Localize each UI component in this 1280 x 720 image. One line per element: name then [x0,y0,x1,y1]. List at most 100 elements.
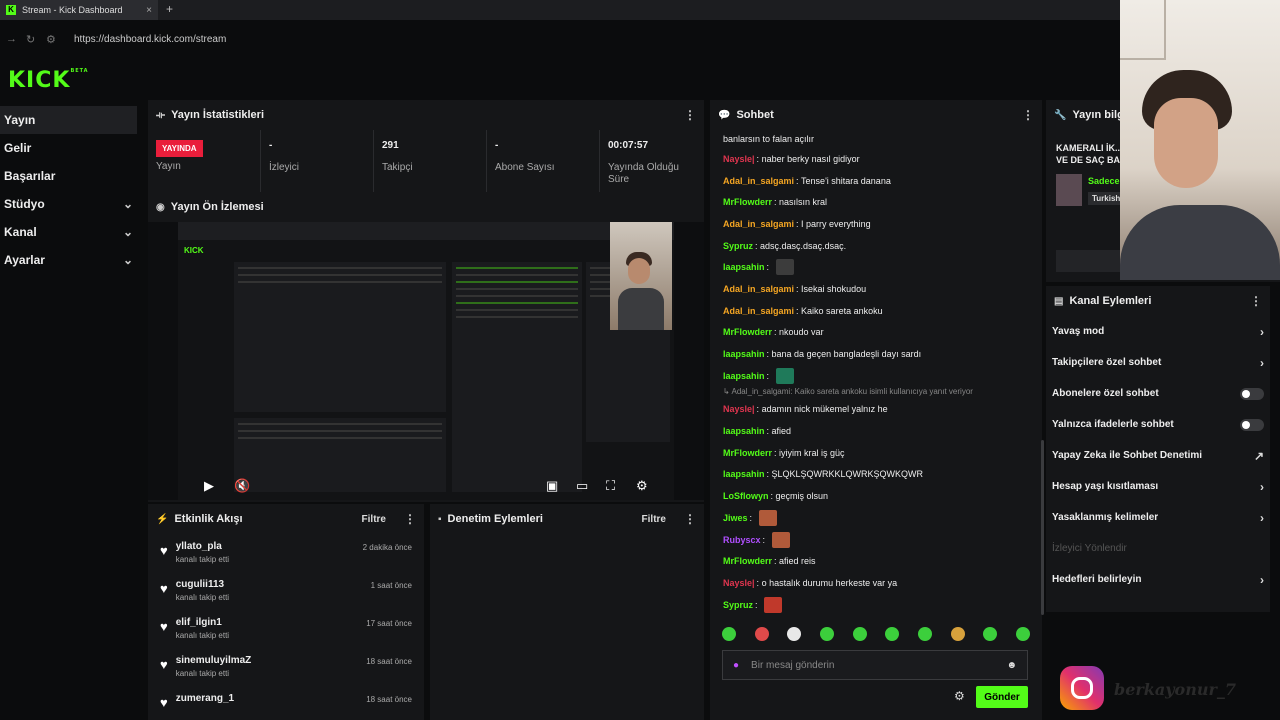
reload-icon[interactable]: ↻ [26,33,40,46]
emote-picker-icon[interactable] [852,627,867,641]
emote-icon [775,367,794,384]
url-field[interactable]: https://dashboard.kick.com/stream [74,34,226,45]
channel-action-item[interactable]: Yapay Zeka ile Sohbet Denetimi ↗ [1046,440,1270,471]
emote-picker-icon[interactable] [885,627,900,641]
chat-username[interactable]: Adal_in_salgami [723,306,794,316]
feed-username[interactable]: yllato_pla [176,541,363,552]
wrench-icon: 🔧 [1054,109,1067,121]
feed-item[interactable]: ♥ zumerang_1 18 saat önce [148,686,424,714]
actions-menu-icon[interactable]: ⋮ [1250,294,1262,308]
chat-input[interactable]: ● Bir mesaj gönderin ☻ [722,650,1028,680]
channel-action-item[interactable]: Yasaklanmış kelimeler › [1046,502,1270,533]
feed-item[interactable]: ♥ sinemuluyilmaZ kanalı takip etti 18 sa… [148,648,424,686]
channel-action-item[interactable]: Hedefleri belirleyin › [1046,564,1270,595]
feed-item[interactable]: ♥ yllato_pla kanalı takip etti 2 dakika … [148,534,424,572]
chat-scrollbar[interactable] [1041,440,1044,615]
chat-username[interactable]: Jiwes [723,513,748,523]
moderation-menu-icon[interactable]: ⋮ [684,512,696,526]
emote-picker-icon[interactable] [917,627,932,641]
play-icon[interactable]: ▶ [204,478,214,494]
sidebar-item-label: Gelir [4,141,32,155]
feed-item[interactable]: ♥ elif_ilgin1 kanalı takip etti 17 saat … [148,610,424,648]
feed-username[interactable]: zumerang_1 [176,693,366,704]
chat-username[interactable]: LoSflowyn [723,491,769,501]
feed-header: ⚡ Etkinlik Akışı Filtre ⋮ [148,504,424,534]
chat-username[interactable]: laapsahin [723,349,765,359]
channel-action-item[interactable]: Hesap yaşı kısıtlaması › [1046,471,1270,502]
chat-username[interactable]: Sypruz [723,241,753,251]
toggle-switch[interactable] [1240,387,1264,400]
emote-picker-icon[interactable] [754,627,769,641]
browser-tab[interactable]: K Stream - Kick Dashboard × [0,0,158,20]
emote-picker-icon[interactable] [722,627,736,641]
emoji-icon[interactable]: ☻ [1006,660,1017,671]
sidebar-item[interactable]: Kanal ⌄ [0,218,137,246]
moderation-filter-button[interactable]: Filtre [642,514,666,525]
feed-username[interactable]: cugulii113 [176,579,371,590]
tab-close-icon[interactable]: × [146,5,152,16]
chat-username[interactable]: Sypruz [723,600,753,610]
chat-username[interactable]: laapsahin [723,371,765,381]
chat-username[interactable]: MrFlowderr [723,197,772,207]
channel-action-item[interactable]: Takipçilere özel sohbet › [1046,347,1270,378]
chevron-down-icon[interactable]: ⌄ [123,197,133,211]
preview-logo: KICK [184,246,204,255]
chat-username[interactable]: MrFlowderr [723,327,772,337]
info-green-text: Sadece [1088,176,1120,186]
chat-username[interactable]: Adal_in_salgami [723,219,794,229]
chat-username[interactable]: Naysle| [723,578,755,588]
chat-menu-icon[interactable]: ⋮ [1022,108,1034,122]
chat-username[interactable]: laapsahin [723,426,765,436]
send-button[interactable]: Gönder [976,686,1028,708]
feed-username[interactable]: elif_ilgin1 [176,617,366,628]
stream-preview[interactable]: KICK ▶ 🔇 ▣ ▭ ⛶ ⚙ [148,222,704,500]
chat-settings-icon[interactable]: ⚙ [954,689,965,703]
chevron-down-icon[interactable]: ⌄ [123,225,133,239]
channel-action-item[interactable]: Yavaş mod › [1046,316,1270,347]
theater-icon[interactable]: ▭ [576,478,588,494]
site-settings-icon[interactable]: ⚙ [46,33,60,46]
mic-icon[interactable]: ● [733,660,739,671]
chat-username[interactable]: laapsahin [723,469,765,479]
chat-username[interactable]: Adal_in_salgami [723,284,794,294]
emote-picker-icon[interactable] [983,627,998,641]
sidebar-item[interactable]: Ayarlar ⌄ [0,246,137,274]
pip-icon[interactable]: ▣ [546,478,558,494]
emote-picker-icon[interactable] [1015,627,1030,641]
mute-icon[interactable]: 🔇 [234,478,250,494]
chevron-down-icon[interactable]: ⌄ [123,253,133,267]
emote-picker-icon[interactable] [819,627,834,641]
forward-icon[interactable]: → [6,33,20,45]
chat-username[interactable]: Naysle| [723,404,755,414]
feed-menu-icon[interactable]: ⋮ [404,512,416,526]
settings-gear-icon[interactable]: ⚙ [636,478,648,494]
channel-action-item[interactable]: Yalnızca ifadelerle sohbet [1046,409,1270,440]
actions-header: ▤ Kanal Eylemleri ⋮ [1046,286,1270,316]
feed-username[interactable]: sinemuluyilmaZ [176,655,366,666]
chat-message: laapsahin: [716,365,1038,387]
feed-filter-button[interactable]: Filtre [362,514,386,525]
chat-username[interactable]: Naysle| [723,154,755,164]
preview-webcam [610,222,672,330]
toggle-switch[interactable] [1240,418,1264,431]
kick-logo[interactable]: KICKBETA [8,68,89,93]
sidebar-item[interactable]: Gelir [0,134,137,162]
fullscreen-icon[interactable]: ⛶ [606,478,615,494]
emote-picker-icon[interactable] [950,627,965,641]
stats-menu-icon[interactable]: ⋮ [684,108,696,122]
emote-picker-icon[interactable] [787,627,802,641]
sidebar-item[interactable]: Başarılar [0,162,137,190]
sidebar-item[interactable]: Yayın [0,106,137,134]
chat-text: adsç.dasç.dsaç.dsaç. [760,240,847,251]
chat-username[interactable]: MrFlowderr [723,448,772,458]
feed-item[interactable]: ♥ cugulii113 kanalı takip etti 1 saat ön… [148,572,424,610]
chat-message: Sypruz: [716,594,1038,616]
heart-icon: ♥ [160,657,168,672]
chat-username[interactable]: laapsahin [723,262,765,272]
chat-username[interactable]: Rubyscx [723,535,761,545]
channel-action-item[interactable]: Abonelere özel sohbet [1046,378,1270,409]
chat-username[interactable]: Adal_in_salgami [723,176,794,186]
chat-username[interactable]: MrFlowderr [723,556,772,566]
new-tab-button[interactable]: + [166,2,173,16]
sidebar-item[interactable]: Stüdyo ⌄ [0,190,137,218]
